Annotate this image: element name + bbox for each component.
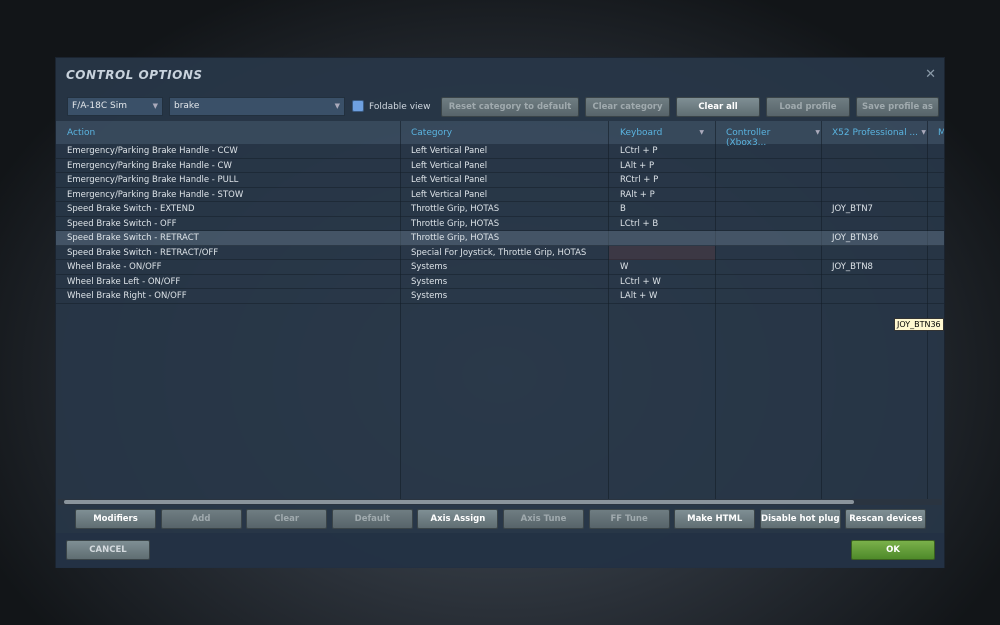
make-html-button[interactable]: Make HTML [674, 509, 756, 529]
close-icon[interactable]: ✕ [925, 67, 936, 82]
cell-keyboard[interactable]: LCtrl + P [620, 146, 658, 156]
chevron-down-icon: ▼ [152, 102, 158, 110]
cell-action: Speed Brake Switch - OFF [67, 218, 177, 229]
ff-tune-button[interactable]: FF Tune [588, 509, 670, 529]
cell-category: Left Vertical Panel [411, 160, 488, 171]
axis-assign-button[interactable]: Axis Assign [417, 509, 499, 529]
cell-keyboard[interactable]: RCtrl + P [620, 175, 658, 185]
bindings-table: Action Category Keyboard ▼ Controller (Xb… [56, 121, 944, 499]
table-row[interactable]: Speed Brake Switch - EXTEND Throttle Grip… [56, 202, 944, 217]
dialog-title: CONTROL OPTIONS [66, 68, 203, 82]
cell-x52[interactable]: JOY_BTN7 [832, 204, 873, 214]
chevron-down-icon: ▼ [815, 129, 820, 136]
cell-keyboard[interactable]: LAlt + P [620, 161, 654, 171]
cell-keyboard[interactable]: LCtrl + W [620, 277, 661, 287]
cell-category: Systems [411, 276, 448, 287]
header-keyboard-label: Keyboard [620, 128, 663, 138]
cell-category: Throttle Grip, HOTAS [411, 204, 500, 214]
scrollbar-thumb[interactable] [64, 500, 854, 504]
cell-x52[interactable]: JOY_BTN36 [832, 233, 878, 243]
cell-keyboard[interactable]: B [620, 204, 626, 214]
cell-category: Throttle Grip, HOTAS [411, 233, 500, 243]
cell-keyboard[interactable]: LCtrl + B [620, 219, 658, 229]
modifiers-button[interactable]: Modifiers [75, 509, 156, 529]
default-button[interactable]: Default [331, 509, 413, 529]
header-keyboard[interactable]: Keyboard ▼ [620, 128, 704, 138]
add-button[interactable]: Add [160, 509, 242, 529]
table-row[interactable]: Wheel Brake - ON/OFF Systems W JOY_BTN8 [56, 260, 944, 275]
conflict-cell [609, 245, 715, 260]
cell-x52[interactable]: JOY_BTN8 [832, 262, 873, 272]
cell-category: Special For Joystick, Throttle Grip, HOT… [411, 247, 587, 258]
header-action[interactable]: Action [67, 128, 95, 138]
chevron-down-icon: ▼ [921, 129, 926, 136]
table-row[interactable]: Speed Brake Switch - RETRACT Throttle Gri… [56, 231, 944, 246]
cell-keyboard[interactable]: W [620, 262, 628, 272]
axis-tune-button[interactable]: Axis Tune [503, 509, 584, 529]
save-profile-button[interactable]: Save profile as [856, 97, 939, 117]
cell-action: Wheel Brake Left - ON/OFF [67, 276, 181, 287]
chevron-down-icon: ▼ [334, 102, 340, 110]
aircraft-value: F/A-18C Sim [72, 101, 127, 111]
aircraft-select[interactable]: F/A-18C Sim ▼ [67, 97, 163, 116]
chevron-down-icon: ▼ [699, 129, 704, 136]
cell-action: Emergency/Parking Brake Handle - STOW [67, 189, 244, 200]
cell-keyboard[interactable]: LAlt + W [620, 291, 657, 301]
tooltip: JOY_BTN36 [894, 318, 944, 331]
cell-action: Speed Brake Switch - RETRACT/OFF [67, 247, 219, 258]
control-options-dialog: CONTROL OPTIONS ✕ F/A-18C Sim ▼ brake ▼ Fo… [55, 57, 945, 568]
cell-keyboard[interactable]: RAlt + P [620, 190, 655, 200]
table-row[interactable]: Wheel Brake Left - ON/OFF Systems LCtrl + … [56, 275, 944, 289]
cell-category: Left Vertical Panel [411, 189, 488, 200]
cell-action: Emergency/Parking Brake Handle - CW [67, 160, 232, 171]
search-input[interactable]: brake ▼ [169, 97, 345, 116]
load-profile-button[interactable]: Load profile [766, 97, 850, 117]
cell-category: Throttle Grip, HOTAS [411, 218, 500, 229]
table-row[interactable]: Wheel Brake Right - ON/OFF Systems LAlt + … [56, 289, 944, 304]
cell-action: Speed Brake Switch - EXTEND [67, 204, 195, 214]
ok-button[interactable]: OK [851, 540, 935, 560]
reset-category-button[interactable]: Reset category to default [441, 97, 579, 117]
search-value: brake [174, 101, 200, 111]
header-more[interactable]: M [938, 128, 944, 138]
table-row[interactable]: Emergency/Parking Brake Handle - STOW Lef… [56, 188, 944, 202]
table-row[interactable]: Speed Brake Switch - OFF Throttle Grip, H… [56, 217, 944, 231]
table-row[interactable]: Emergency/Parking Brake Handle - CW Left … [56, 159, 944, 173]
clear-category-button[interactable]: Clear category [585, 97, 670, 117]
header-category[interactable]: Category [411, 128, 452, 138]
table-header: Action Category Keyboard ▼ Controller (Xb… [56, 121, 944, 148]
table-row[interactable]: Emergency/Parking Brake Handle - PULL Lef… [56, 173, 944, 188]
cancel-button[interactable]: CANCEL [66, 540, 150, 560]
clear-button[interactable]: Clear [246, 509, 328, 529]
table-row[interactable]: Speed Brake Switch - RETRACT/OFF Special … [56, 245, 944, 260]
horizontal-scrollbar[interactable] [58, 499, 942, 505]
cell-action: Wheel Brake Right - ON/OFF [67, 291, 187, 301]
table-row[interactable]: Emergency/Parking Brake Handle - CCW Left… [56, 144, 944, 159]
foldable-view-checkbox[interactable] [352, 100, 364, 112]
foldable-view-label: Foldable view [369, 102, 431, 112]
cell-action: Emergency/Parking Brake Handle - CCW [67, 146, 238, 156]
disable-hot-plug-button[interactable]: Disable hot plug [759, 509, 841, 529]
cell-category: Systems [411, 291, 448, 301]
clear-all-button[interactable]: Clear all [676, 97, 760, 117]
header-x52[interactable]: X52 Professional ... ▼ [832, 128, 926, 138]
cell-action: Speed Brake Switch - RETRACT [67, 233, 199, 243]
cell-action: Wheel Brake - ON/OFF [67, 262, 162, 272]
dialog-footer: CANCEL OK [56, 533, 944, 568]
cell-category: Left Vertical Panel [411, 175, 488, 185]
cell-action: Emergency/Parking Brake Handle - PULL [67, 175, 239, 185]
cell-category: Systems [411, 262, 448, 272]
header-x52-label: X52 Professional ... [832, 128, 919, 138]
cell-category: Left Vertical Panel [411, 146, 488, 156]
rescan-devices-button[interactable]: Rescan devices [845, 509, 927, 529]
